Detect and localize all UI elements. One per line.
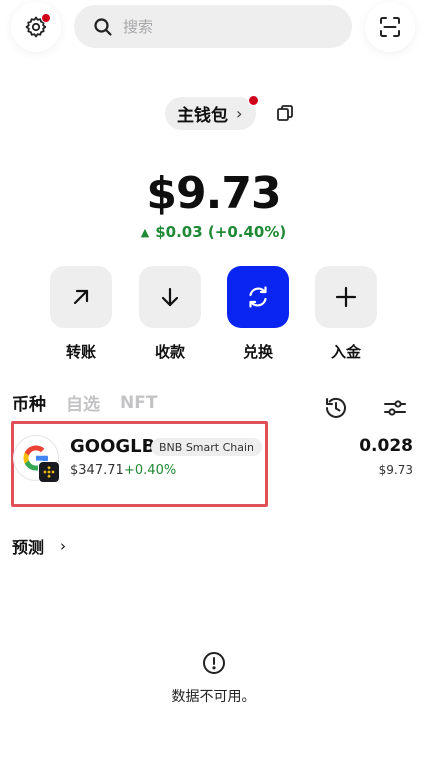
transfer-action[interactable]: 转账: [49, 266, 113, 362]
receive-button[interactable]: [139, 266, 201, 328]
chevron-right-icon: ›: [60, 537, 67, 555]
predict-label: 预测: [12, 538, 45, 557]
transfer-label: 转账: [65, 343, 96, 361]
search-input[interactable]: 搜索: [123, 16, 153, 37]
deposit-action[interactable]: 入金: [314, 266, 378, 362]
transfer-button[interactable]: [50, 266, 112, 328]
wallet-selector[interactable]: 主钱包 ›: [165, 95, 260, 130]
chevron-right-icon: ›: [236, 104, 243, 123]
tab-nft[interactable]: NFT: [120, 393, 157, 413]
wallet-notification-dot: [248, 95, 260, 106]
token-change: +0.40%: [124, 463, 177, 478]
info-icon: [201, 650, 227, 676]
arrow-up-right-icon: [73, 289, 89, 305]
filter-button[interactable]: [381, 394, 409, 422]
top-bar: 搜索: [0, 0, 427, 60]
bnb-icon: [43, 466, 55, 478]
chain-tag: BNB Smart Chain: [151, 438, 263, 456]
arrow-down-icon: [161, 287, 179, 307]
tab-tokens[interactable]: 币种: [12, 390, 46, 415]
receive-action[interactable]: 收款: [138, 266, 202, 362]
total-balance: $9.73: [146, 168, 281, 219]
plus-icon: [335, 286, 357, 308]
notification-dot: [41, 13, 51, 23]
search-bar[interactable]: 搜索: [74, 5, 352, 48]
asset-tabs: 币种 自选 NFT: [12, 390, 157, 416]
history-button[interactable]: [322, 394, 350, 422]
asset-row[interactable]: GOOGLB BNB Smart Chain $347.71 +0.40% 0.…: [0, 420, 427, 514]
settings-button[interactable]: [11, 2, 61, 52]
wallet-name: 主钱包: [177, 106, 228, 126]
triangle-up-icon: ▲: [140, 225, 150, 239]
receive-label: 收款: [154, 343, 185, 361]
token-symbol: GOOGLB: [70, 436, 156, 457]
scan-button[interactable]: [365, 2, 415, 52]
balance-change: ▲ $0.03 (+0.40%): [0, 223, 427, 241]
sliders-icon: [384, 400, 406, 416]
action-bar: 转账 收款 兑换 入金: [0, 266, 427, 366]
copy-address-button[interactable]: [274, 102, 296, 124]
swap-label: 兑换: [242, 343, 273, 361]
bnb-chain-badge: [38, 461, 60, 483]
token-price: $347.71: [70, 463, 124, 478]
history-icon: [326, 397, 346, 418]
balance-change-value: $0.03 (+0.40%): [155, 223, 287, 241]
scan-icon: [380, 17, 400, 37]
deposit-label: 入金: [330, 343, 361, 361]
empty-message: 数据不可用。: [171, 689, 256, 705]
token-amount: 0.028: [359, 436, 413, 456]
swap-action[interactable]: 兑换: [226, 266, 290, 362]
tab-watchlist[interactable]: 自选: [66, 390, 100, 415]
deposit-button[interactable]: [315, 266, 377, 328]
search-icon: [92, 16, 114, 38]
token-value: $9.73: [378, 463, 413, 477]
empty-state: 数据不可用。: [0, 650, 427, 706]
swap-button[interactable]: [227, 266, 289, 328]
predict-section-header[interactable]: 预测 ›: [12, 534, 66, 558]
copy-icon: [277, 105, 293, 121]
swap-icon: [249, 286, 267, 308]
